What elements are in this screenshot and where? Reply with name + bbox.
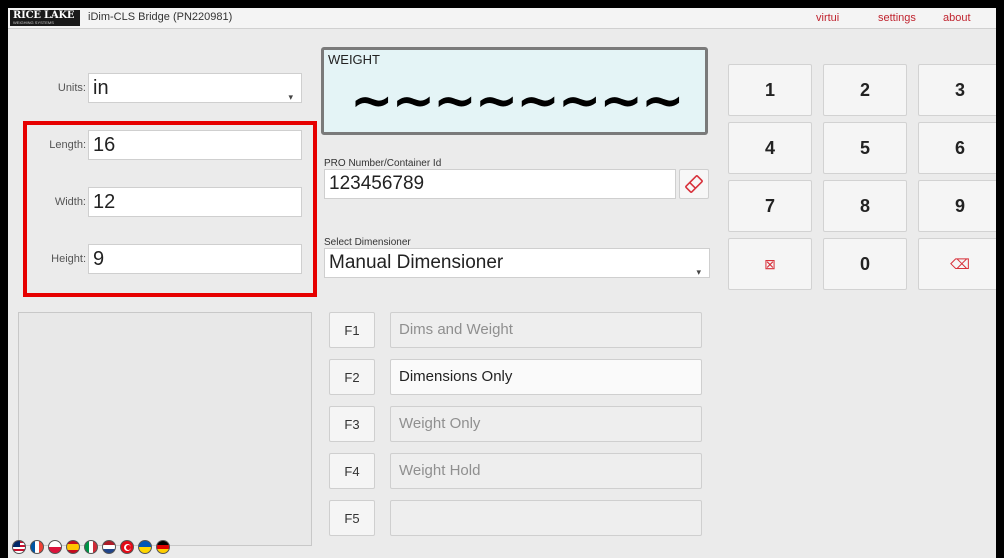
us-flag-icon[interactable]	[12, 540, 26, 554]
weight-hold-button[interactable]: Weight Hold	[390, 453, 702, 489]
backspace-icon: ⌫	[950, 255, 970, 272]
dimensions-only-button[interactable]: Dimensions Only	[390, 359, 702, 395]
key-0[interactable]: 0	[823, 238, 907, 290]
info-panel	[18, 312, 312, 546]
backspace-key[interactable]: ⌫	[918, 238, 996, 290]
key-2[interactable]: 2	[823, 64, 907, 116]
poland-flag-icon[interactable]	[48, 540, 62, 554]
app-title: iDim-CLS Bridge (PN220981)	[88, 11, 233, 23]
turkey-flag-icon[interactable]	[120, 540, 134, 554]
france-flag-icon[interactable]	[30, 540, 44, 554]
nav-settings[interactable]: settings	[878, 12, 916, 24]
f2-key[interactable]: F2	[329, 359, 375, 395]
title-bar: RICE LAKE WEIGHING SYSTEMS iDim-CLS Brid…	[8, 8, 996, 29]
f5-key[interactable]: F5	[329, 500, 375, 536]
language-flags	[12, 540, 170, 554]
pro-number-input[interactable]: 123456789	[324, 169, 676, 199]
pro-number-label: PRO Number/Container Id	[324, 158, 442, 169]
f5-function-button[interactable]	[390, 500, 702, 536]
dims-and-weight-button[interactable]: Dims and Weight	[390, 312, 702, 348]
key-8[interactable]: 8	[823, 180, 907, 232]
dimensioner-select[interactable]: Manual Dimensioner ▾	[324, 248, 710, 278]
units-value: in	[93, 77, 109, 99]
italy-flag-icon[interactable]	[84, 540, 98, 554]
weight-label: WEIGHT	[328, 52, 380, 67]
ukraine-flag-icon[interactable]	[138, 540, 152, 554]
netherlands-flag-icon[interactable]	[102, 540, 116, 554]
clear-key[interactable]: ⊠	[728, 238, 812, 290]
eraser-icon	[685, 175, 703, 193]
weight-only-button[interactable]: Weight Only	[390, 406, 702, 442]
key-6[interactable]: 6	[918, 122, 996, 174]
germany-flag-icon[interactable]	[156, 540, 170, 554]
chevron-down-icon: ▾	[696, 267, 701, 277]
f3-key[interactable]: F3	[329, 406, 375, 442]
rice-lake-logo: RICE LAKE WEIGHING SYSTEMS	[10, 10, 80, 26]
spain-flag-icon[interactable]	[66, 540, 80, 554]
clear-pro-button[interactable]	[679, 169, 709, 199]
nav-about[interactable]: about	[943, 12, 971, 24]
app-window: RICE LAKE WEIGHING SYSTEMS iDim-CLS Brid…	[8, 8, 996, 558]
f1-key[interactable]: F1	[329, 312, 375, 348]
key-7[interactable]: 7	[728, 180, 812, 232]
clear-icon: ⊠	[764, 255, 776, 272]
weight-value: ~~~~~~~~	[350, 71, 685, 131]
weight-display: WEIGHT ~~~~~~~~	[321, 47, 708, 135]
key-5[interactable]: 5	[823, 122, 907, 174]
dimensioner-value: Manual Dimensioner	[329, 252, 504, 273]
nav-virtui[interactable]: virtui	[816, 12, 839, 24]
f4-key[interactable]: F4	[329, 453, 375, 489]
key-3[interactable]: 3	[918, 64, 996, 116]
dimensions-highlight-box	[23, 121, 317, 297]
dimensioner-label: Select Dimensioner	[324, 237, 411, 248]
units-label: Units:	[57, 82, 86, 94]
units-select[interactable]: in ▾	[88, 73, 302, 103]
key-4[interactable]: 4	[728, 122, 812, 174]
key-1[interactable]: 1	[728, 64, 812, 116]
key-9[interactable]: 9	[918, 180, 996, 232]
chevron-down-icon: ▾	[288, 92, 293, 102]
